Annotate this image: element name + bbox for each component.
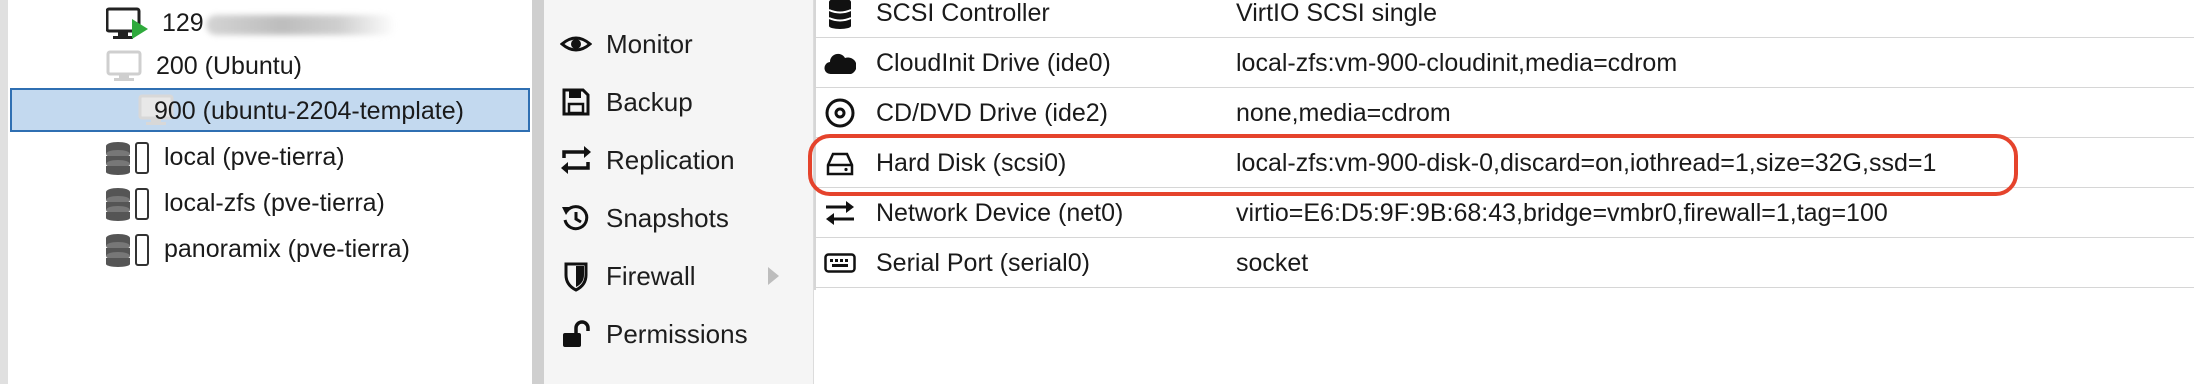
vm-running-icon bbox=[106, 7, 150, 41]
hardware-name: CloudInit Drive (ide0) bbox=[876, 49, 1111, 77]
tree-item-storage-panoramix[interactable]: panoramix (pve-tierra) bbox=[10, 227, 530, 271]
resource-tree: 129 200 (Ubuntu) 900 (ubuntu-2204-templa… bbox=[8, 0, 532, 384]
keyboard-icon bbox=[824, 247, 856, 279]
hardware-name: Network Device (net0) bbox=[876, 199, 1124, 227]
grid-left-border bbox=[814, 0, 816, 290]
cloud-icon bbox=[824, 47, 856, 79]
hardware-value: none,media=cdrom bbox=[1236, 99, 1451, 127]
tree-item-vm-200[interactable]: 200 (Ubuntu) bbox=[10, 44, 530, 88]
menu-item-label: Firewall bbox=[606, 260, 696, 291]
tree-item-label: local-zfs (pve-tierra) bbox=[164, 189, 385, 217]
hardware-row-serial-port[interactable]: Serial Port (serial0) socket bbox=[814, 238, 2194, 288]
tree-item-label: panoramix (pve-tierra) bbox=[164, 235, 410, 263]
storage-icon bbox=[104, 232, 154, 268]
disc-icon bbox=[824, 97, 856, 129]
history-icon bbox=[560, 202, 592, 234]
hardware-name: CD/DVD Drive (ide2) bbox=[876, 99, 1108, 127]
hardware-value: virtio=E6:D5:9F:9B:68:43,bridge=vmbr0,fi… bbox=[1236, 199, 1888, 227]
menu-item-backup[interactable]: Backup bbox=[544, 74, 814, 130]
exchange-icon bbox=[824, 197, 856, 229]
tree-item-label: 200 (Ubuntu) bbox=[156, 52, 302, 80]
redacted-vm-name bbox=[206, 15, 396, 35]
tree-item-label: local (pve-tierra) bbox=[164, 143, 345, 171]
vm-stopped-icon bbox=[106, 50, 144, 82]
hardware-name: SCSI Controller bbox=[876, 0, 1050, 27]
hardware-grid: SCSI Controller VirtIO SCSI single Cloud… bbox=[814, 0, 2194, 384]
hardware-row-network-device[interactable]: Network Device (net0) virtio=E6:D5:9F:9B… bbox=[814, 188, 2194, 238]
menu-item-firewall[interactable]: Firewall bbox=[544, 248, 814, 304]
menu-item-replication[interactable]: Replication bbox=[544, 132, 814, 188]
floppy-icon bbox=[560, 86, 592, 118]
menu-item-snapshots[interactable]: Snapshots bbox=[544, 190, 814, 246]
tree-item-label: 129 bbox=[162, 9, 204, 37]
hardware-value: local-zfs:vm-900-disk-0,discard=on,iothr… bbox=[1236, 149, 1937, 177]
tree-item-label: 900 (ubuntu-2204-template) bbox=[154, 97, 464, 125]
tree-item-vm-900-template[interactable]: 900 (ubuntu-2204-template) bbox=[10, 88, 530, 132]
hdd-icon bbox=[824, 147, 856, 179]
vm-nav-menu: Monitor Backup Replication Snapshots Fir… bbox=[544, 0, 814, 384]
tree-item-storage-local-zfs[interactable]: local-zfs (pve-tierra) bbox=[10, 181, 530, 225]
hardware-row-cloudinit-drive[interactable]: CloudInit Drive (ide0) local-zfs:vm-900-… bbox=[814, 38, 2194, 88]
storage-icon bbox=[104, 140, 154, 176]
tree-item-vm-129[interactable]: 129 bbox=[10, 1, 530, 45]
menu-item-label: Snapshots bbox=[606, 202, 729, 233]
hardware-row-cd-dvd-drive[interactable]: CD/DVD Drive (ide2) none,media=cdrom bbox=[814, 88, 2194, 138]
unlock-icon bbox=[560, 318, 592, 350]
window-left-edge bbox=[0, 0, 8, 384]
menu-item-label: Permissions bbox=[606, 318, 748, 349]
menu-item-label: Replication bbox=[606, 144, 735, 175]
eye-icon bbox=[560, 28, 592, 60]
hardware-value: local-zfs:vm-900-cloudinit,media=cdrom bbox=[1236, 49, 1678, 77]
menu-item-permissions[interactable]: Permissions bbox=[544, 306, 814, 362]
database-icon bbox=[824, 0, 856, 29]
menu-item-label: Monitor bbox=[606, 28, 693, 59]
hardware-value: VirtIO SCSI single bbox=[1236, 0, 1438, 27]
submenu-arrow-icon bbox=[768, 267, 779, 285]
panel-splitter[interactable] bbox=[532, 0, 544, 384]
menu-item-label: Backup bbox=[606, 86, 693, 117]
hardware-name: Serial Port (serial0) bbox=[876, 249, 1090, 277]
shield-icon bbox=[560, 260, 592, 292]
replication-icon bbox=[560, 144, 592, 176]
tree-item-storage-local[interactable]: local (pve-tierra) bbox=[10, 135, 530, 179]
hardware-name: Hard Disk (scsi0) bbox=[876, 149, 1067, 177]
menu-item-monitor[interactable]: Monitor bbox=[544, 16, 814, 72]
hardware-row-hard-disk[interactable]: Hard Disk (scsi0) local-zfs:vm-900-disk-… bbox=[814, 138, 2194, 188]
hardware-row-scsi-controller[interactable]: SCSI Controller VirtIO SCSI single bbox=[814, 0, 2194, 38]
storage-icon bbox=[104, 186, 154, 222]
hardware-value: socket bbox=[1236, 249, 1309, 277]
